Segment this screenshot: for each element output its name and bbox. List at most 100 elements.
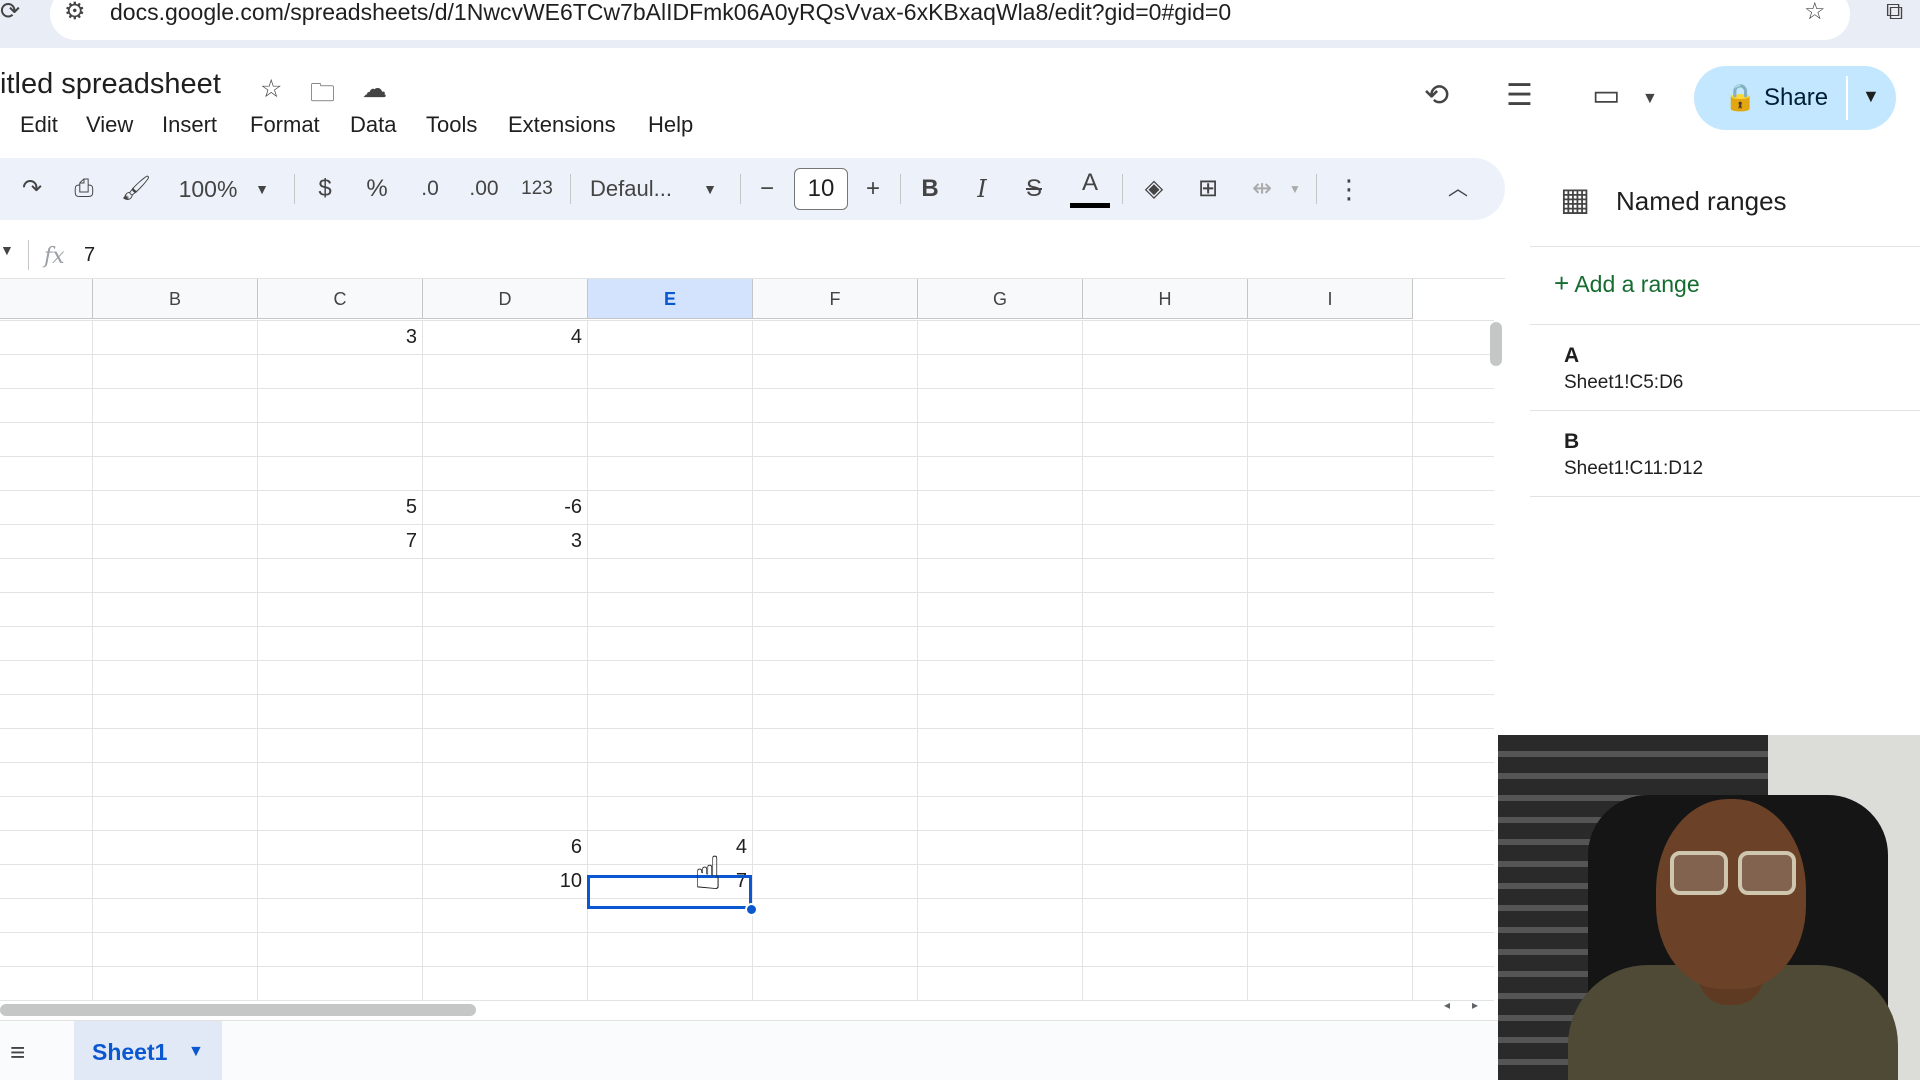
merge-caret-icon[interactable]: ▼ [1284,158,1306,220]
grid-row-line [0,320,1494,321]
reload-icon[interactable]: ⟳ [0,0,20,24]
toolbar-separator [570,174,571,204]
increase-decimal-button[interactable]: .00 [462,158,506,220]
column-header-c[interactable]: C [258,279,423,319]
name-box-caret-icon[interactable]: ▼ [0,242,14,258]
all-sheets-icon[interactable]: ≡ [10,1037,25,1068]
menu-data[interactable]: Data [350,112,396,138]
sheet-tabs-bar: ≡ Sheet1 ▼ [0,1020,1505,1080]
sheet-tab-caret-icon[interactable]: ▼ [188,1043,204,1061]
address-pill[interactable]: ⚙ docs.google.com/spreadsheets/d/1NwcvWE… [50,0,1850,40]
horizontal-scrollbar[interactable] [0,1004,476,1016]
hand-cursor-icon: ☝ [694,847,723,899]
cell-d[interactable]: -6 [423,490,588,524]
cell-c[interactable]: 7 [258,524,423,558]
font-select[interactable]: Defaul... [590,158,700,220]
menu-edit[interactable]: Edit [20,112,58,138]
panel-divider [1530,246,1920,247]
font-size-increase-icon[interactable]: + [858,158,888,220]
scroll-left-icon[interactable]: ◂ [1444,998,1450,1012]
menu-tools[interactable]: Tools [426,112,477,138]
font-size-input[interactable]: 10 [794,168,848,210]
cloud-status-icon[interactable]: ☁ [362,74,387,104]
cell-c[interactable]: 3 [258,320,423,354]
menu-format[interactable]: Format [250,112,320,138]
grid-row-line [0,796,1494,797]
sheet-tab-label: Sheet1 [92,1039,168,1065]
cell-d[interactable]: 3 [423,524,588,558]
percent-button[interactable]: % [362,158,392,220]
column-header-d[interactable]: D [423,279,588,319]
panel-divider [1530,496,1920,497]
number-format-button[interactable]: 123 [516,158,558,220]
grid-row-line [0,694,1494,695]
selected-cell[interactable] [587,875,752,909]
collapse-toolbar-icon[interactable]: ︿ [1440,158,1476,220]
column-header-g[interactable]: G [918,279,1083,319]
column-header-b[interactable]: B [93,279,258,319]
menu-help[interactable]: Help [648,112,693,138]
plus-icon: + [1554,268,1570,298]
column-header-e[interactable]: E [588,279,753,319]
formula-input[interactable]: 7 [84,244,95,267]
column-header-f[interactable]: F [753,279,918,319]
doc-title[interactable]: itled spreadsheet [0,68,221,101]
named-range-name: A [1564,344,1580,367]
cell-e[interactable]: 4 [588,830,753,864]
borders-icon[interactable]: ⊞ [1190,158,1226,220]
menu-extensions[interactable]: Extensions [508,112,616,138]
redo-icon[interactable]: ↷ [14,158,50,220]
bold-button[interactable]: B [914,158,946,220]
menu-view[interactable]: View [86,112,133,138]
merge-cells-icon[interactable]: ⇹ [1244,158,1280,220]
scroll-right-icon[interactable]: ▸ [1472,998,1478,1012]
column-header-h[interactable]: H [1083,279,1248,319]
currency-button[interactable]: $ [310,158,340,220]
grid-row-line [0,456,1494,457]
version-history-icon[interactable]: ⟲ [1424,78,1449,113]
share-divider [1846,76,1848,120]
site-settings-icon[interactable]: ⚙ [64,0,86,24]
paint-format-icon[interactable]: 🖌 [118,158,154,220]
panel-divider [1530,324,1920,325]
grid-row-line [0,558,1494,559]
meet-caret-icon[interactable]: ▼ [1642,90,1658,108]
text-color-button[interactable]: A [1070,158,1110,208]
font-size-decrease-icon[interactable]: − [752,158,782,220]
star-icon[interactable]: ☆ [260,74,282,104]
font-caret-icon[interactable]: ▼ [698,158,722,220]
toolbar-separator [740,174,741,204]
grid-row-line [0,660,1494,661]
column-header-i[interactable]: I [1248,279,1413,319]
print-icon[interactable]: ⎙ [66,158,102,220]
url-text[interactable]: docs.google.com/spreadsheets/d/1NwcvWE6T… [110,0,1231,24]
meet-icon[interactable]: ▭ [1592,78,1620,113]
cell-d[interactable]: 4 [423,320,588,354]
column-header-a[interactable]: A [0,279,93,319]
bookmark-star-icon[interactable]: ☆ [1804,0,1826,24]
add-range-button[interactable]: + Add a range [1554,268,1700,299]
grid-row-line [0,490,1494,491]
cell-c[interactable]: 5 [258,490,423,524]
strikethrough-icon[interactable]: S [1018,158,1050,220]
sheet-tab-sheet1[interactable]: Sheet1 ▼ [74,1021,222,1080]
app-root: ⟳ ⚙ docs.google.com/spreadsheets/d/1Nwcv… [0,0,1920,1080]
zoom-select[interactable]: 100% [170,158,246,220]
share-button[interactable]: 🔒 Share ▼ [1694,66,1896,130]
fill-color-icon[interactable]: ◈ [1136,158,1172,220]
cell-d[interactable]: 10 [423,864,588,898]
vertical-scrollbar[interactable] [1490,322,1502,366]
italic-button[interactable]: I [966,158,998,220]
comments-icon[interactable]: ☰ [1506,78,1533,113]
fill-handle[interactable] [745,903,758,916]
cell-d[interactable]: 6 [423,830,588,864]
move-folder-icon[interactable]: 🗀 [310,74,335,117]
menu-insert[interactable]: Insert [162,112,217,138]
grid-row-line [0,592,1494,593]
share-caret-icon[interactable]: ▼ [1862,86,1880,107]
grid-row-line [0,966,1494,967]
extensions-icon[interactable]: ⧉ [1886,0,1903,24]
zoom-caret-icon[interactable]: ▼ [250,158,274,220]
decrease-decimal-button[interactable]: .0 [410,158,450,220]
more-options-icon[interactable]: ⋮ [1334,158,1364,220]
